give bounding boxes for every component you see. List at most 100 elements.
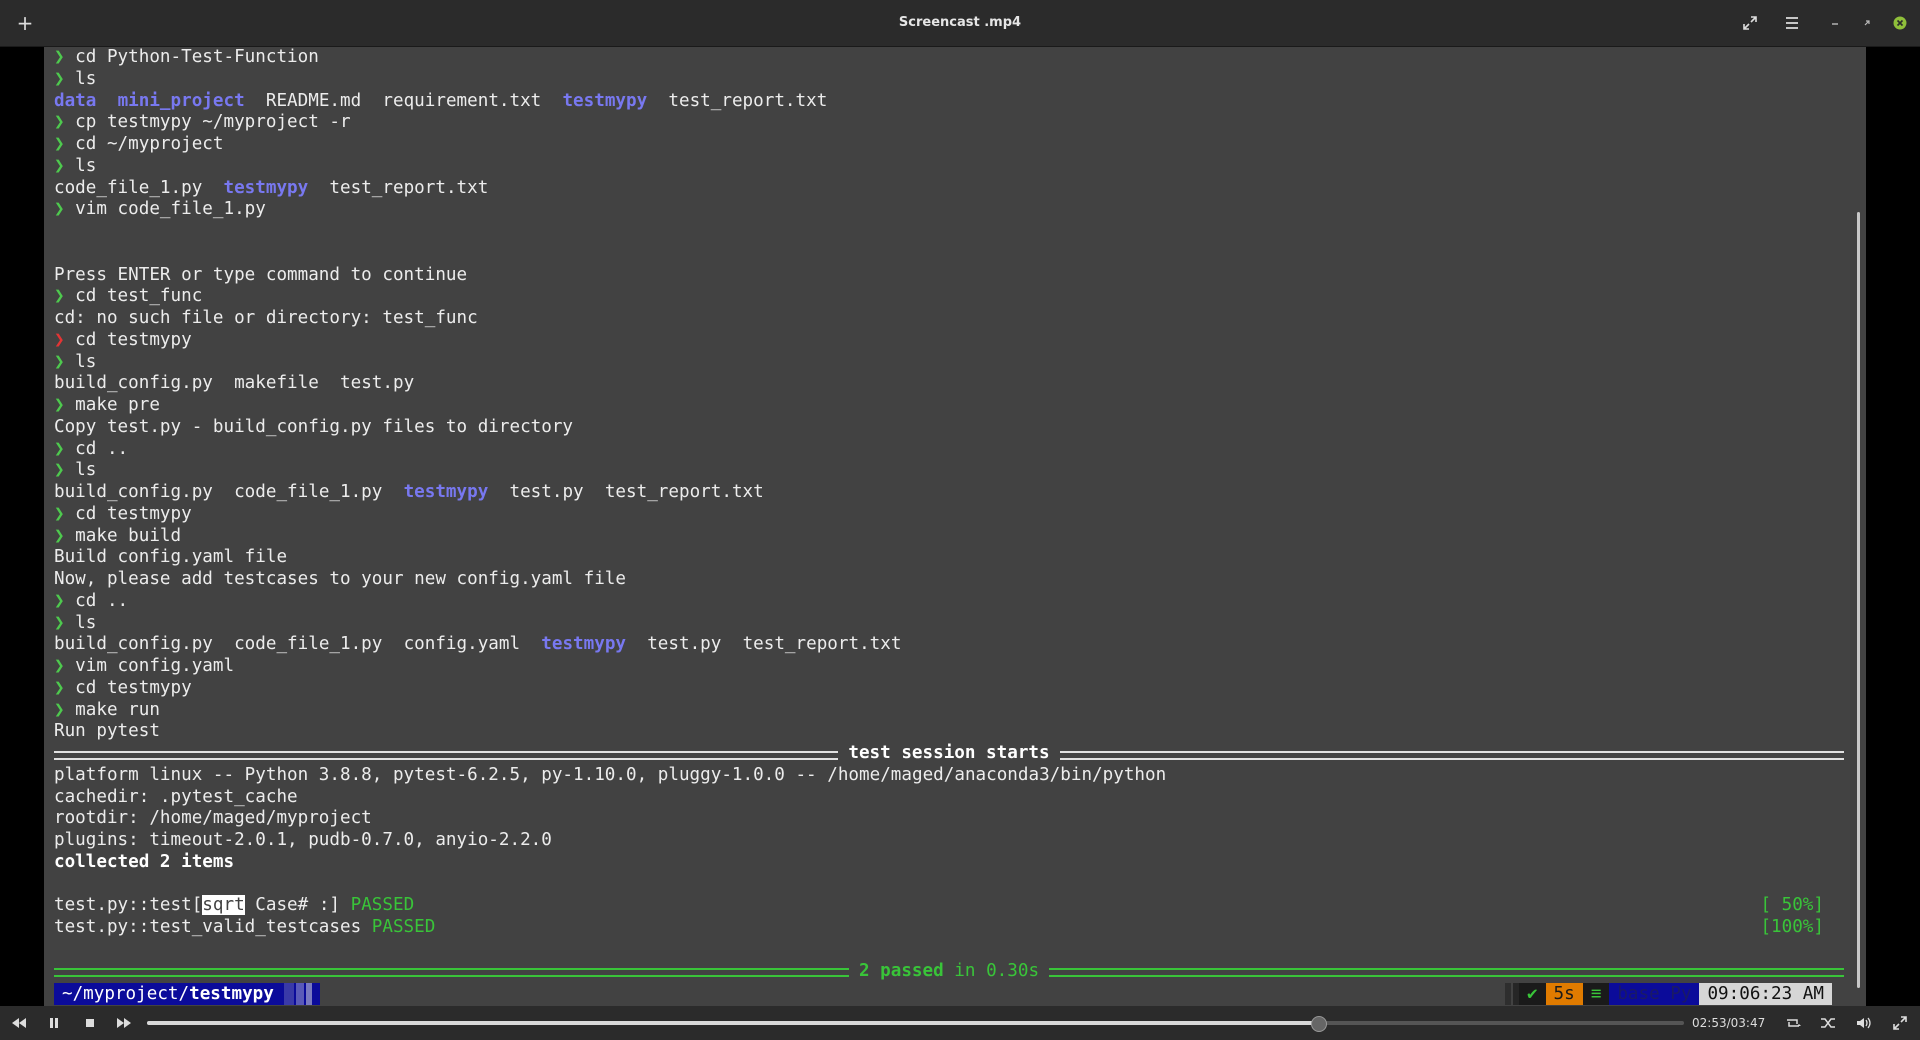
prompt-arrow: ❯: [54, 329, 65, 350]
terminal: ❯ cd Python-Test-Function ❯ ls data mini_p…: [44, 47, 1866, 1006]
ls-file: code_file_1.py: [54, 177, 203, 198]
line-text: rootdir: /home/maged/myproject: [54, 808, 372, 829]
terminal-line: ❯ cd Python-Test-Function: [54, 47, 1844, 69]
prompt-arrow: ❯: [54, 525, 65, 546]
ls-file: test_report.txt: [604, 482, 764, 502]
pause-icon[interactable]: [43, 1006, 65, 1040]
ls-file: code_file_1.py: [234, 634, 383, 655]
prompt-arrow: ❯: [54, 47, 65, 67]
line-text: cd testmypy: [64, 329, 192, 350]
status-duration: 5s: [1545, 983, 1583, 1005]
new-tab-button[interactable]: +: [14, 0, 36, 46]
close-icon[interactable]: [1889, 0, 1911, 46]
prompt-path-dir: testmypy: [189, 984, 274, 1004]
ls-file: test_report.txt: [668, 90, 828, 111]
terminal-output: ❯ cd Python-Test-Function ❯ ls data mini_p…: [54, 47, 1844, 982]
ls-file: build_config.py: [54, 482, 213, 502]
window-title: Screencast .mp4: [898, 15, 1022, 30]
terminal-line: data mini_project README.md requirement.…: [54, 91, 1844, 113]
loop-icon[interactable]: [1782, 1006, 1804, 1040]
prompt-arrow: ❯: [54, 155, 65, 176]
prompt-arrow: ❯: [54, 677, 65, 698]
rewind-icon[interactable]: [8, 1006, 30, 1040]
terminal-line: ❯ ls: [54, 156, 1844, 178]
fullscreen-icon[interactable]: [1738, 0, 1762, 46]
line-text: ls: [64, 460, 97, 481]
line-text: cd ..: [64, 590, 129, 611]
terminal-line: ❯ vim code_file_1.py: [54, 199, 1844, 221]
line-text: Build config.yaml file: [54, 547, 288, 568]
terminal-line: Run pytest: [54, 721, 1844, 743]
ls-directory: testmypy: [562, 90, 648, 111]
terminal-line: Press ENTER or type command to continue: [54, 265, 1844, 287]
line-text: Run pytest: [54, 721, 160, 742]
prompt-arrow: ❯: [54, 68, 65, 89]
collected-count: collected 2 items: [54, 851, 235, 872]
window-titlebar: + Screencast .mp4: [0, 0, 1920, 47]
seek-handle[interactable]: [1311, 1016, 1328, 1032]
menu-icon[interactable]: [1780, 0, 1804, 46]
test-name: test.py::test_valid_testcases: [54, 917, 362, 937]
ls-file: README.md: [265, 90, 362, 111]
fast-forward-icon[interactable]: [113, 1006, 135, 1040]
ls-file: code_file_1.py: [234, 482, 383, 502]
ls-file: requirement.txt: [382, 90, 542, 111]
test-highlight: sqrt: [202, 895, 245, 916]
terminal-line: rootdir: /home/maged/myproject: [54, 808, 1844, 830]
terminal-line: ❯ vim config.yaml: [54, 656, 1844, 678]
terminal-line: code_file_1.py testmypy test_report.txt: [54, 178, 1844, 200]
ls-file: test_report.txt: [329, 177, 489, 198]
prompt-arrow: ❯: [54, 351, 65, 372]
line-text: make pre: [64, 395, 160, 415]
video-frame: ❯ cd Python-Test-Function ❯ ls data mini_p…: [0, 47, 1920, 1006]
ls-directory: testmypy: [403, 482, 489, 502]
line-text: ls: [64, 68, 97, 89]
line-text: ls: [64, 612, 97, 633]
test-result-line: test.py::test_valid_testcases PASSED [100…: [54, 917, 1844, 939]
expand-icon[interactable]: [1889, 1006, 1911, 1040]
terminal-line: ❯ cd ..: [54, 439, 1844, 461]
prompt-statusbar: ~/myproject/testmypy ✔ 5s ≡ base Py 09:0…: [54, 983, 1854, 1005]
stop-icon[interactable]: [79, 1006, 101, 1040]
minimize-icon[interactable]: [1824, 0, 1846, 46]
terminal-line: ❯ cp testmypy ~/myproject -r: [54, 112, 1844, 134]
line-text: make build: [64, 525, 182, 546]
test-progress: [100%]: [1760, 917, 1824, 937]
ls-directory: testmypy: [541, 634, 627, 655]
line-text: cd testmypy: [64, 677, 192, 698]
line-text: cd test_func: [64, 286, 203, 307]
terminal-line: Build config.yaml file: [54, 547, 1844, 569]
terminal-line: build_config.py makefile test.py: [54, 373, 1844, 395]
line-text: cd Python-Test-Function: [64, 47, 319, 67]
ls-file: test_report.txt: [742, 634, 902, 655]
seek-progress: [147, 1021, 1319, 1025]
terminal-line: ❯ cd ~/myproject: [54, 134, 1844, 156]
restore-icon[interactable]: [1856, 0, 1878, 46]
player-controls: 02:53/03:47: [0, 1006, 1920, 1040]
prompt-arrow: ❯: [54, 199, 65, 220]
shuffle-icon[interactable]: [1817, 1006, 1839, 1040]
prompt-arrow: ❯: [54, 460, 65, 481]
env-icon: ≡: [1582, 983, 1610, 1005]
prompt-arrow: ❯: [54, 438, 65, 459]
ls-file: test.py: [647, 634, 722, 655]
terminal-line: ❯ cd testmypy: [54, 504, 1844, 526]
seek-bar[interactable]: [147, 1016, 1684, 1032]
terminal-line: build_config.py code_file_1.py testmypy …: [54, 482, 1844, 504]
line-text: cd: no such file or directory: test_func: [54, 308, 478, 328]
prompt-arrow: ❯: [54, 395, 65, 415]
terminal-line: ❯ ls: [54, 460, 1844, 482]
volume-icon[interactable]: [1853, 1006, 1875, 1040]
terminal-line: ❯ cd testmypy: [54, 330, 1844, 352]
ls-file: build_config.py: [54, 373, 213, 394]
summary-passed: 2 passed: [858, 960, 944, 981]
terminal-scrollbar[interactable]: [1857, 212, 1860, 988]
line-text: ls: [64, 155, 97, 176]
terminal-line: ❯ ls: [54, 69, 1844, 91]
terminal-line: collected 2 items: [54, 852, 1844, 874]
line-text: cachedir: .pytest_cache: [54, 786, 298, 807]
line-text: cd ~/myproject: [64, 134, 224, 154]
ls-file: build_config.py: [54, 634, 213, 655]
